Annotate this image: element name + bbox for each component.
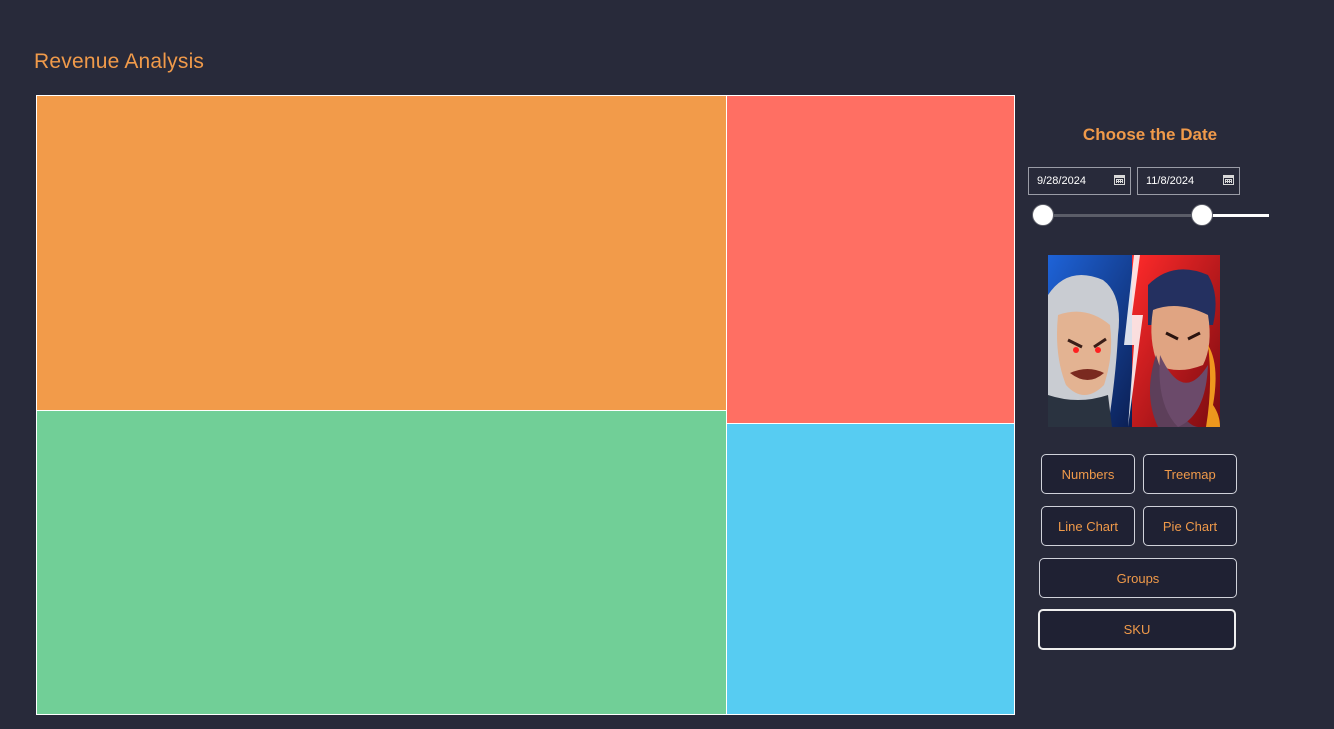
treemap-tile-red[interactable] — [726, 95, 1015, 424]
line-chart-button-label: Line Chart — [1058, 518, 1118, 534]
pie-chart-button-label: Pie Chart — [1162, 518, 1218, 534]
start-date-input[interactable]: 9/28/2024 — [1028, 167, 1131, 195]
date-filter-heading: Choose the Date — [1082, 125, 1218, 144]
treemap-button[interactable]: Treemap — [1143, 454, 1237, 494]
numbers-button-label: Numbers — [1061, 466, 1115, 482]
end-date-input[interactable]: 11/8/2024 — [1137, 167, 1240, 195]
treemap-tile-blue[interactable] — [726, 423, 1015, 715]
sku-button-label: SKU — [1123, 622, 1151, 637]
revenue-treemap[interactable] — [36, 95, 1015, 715]
groups-button-label: Groups — [1116, 570, 1160, 586]
treemap-button-label: Treemap — [1164, 466, 1216, 482]
calendar-icon[interactable] — [1114, 175, 1125, 185]
treemap-tile-green[interactable] — [36, 410, 727, 715]
pie-chart-button[interactable]: Pie Chart — [1143, 506, 1237, 546]
sku-button[interactable]: SKU — [1038, 609, 1236, 650]
groups-button[interactable]: Groups — [1039, 558, 1237, 598]
date-range-end-handle[interactable] — [1191, 204, 1213, 226]
numbers-button[interactable]: Numbers — [1041, 454, 1135, 494]
end-date-value: 11/8/2024 — [1146, 175, 1195, 187]
calendar-icon[interactable] — [1223, 175, 1234, 185]
game-key-art-image — [1048, 255, 1220, 427]
treemap-tile-orange[interactable] — [36, 95, 727, 411]
start-date-value: 9/28/2024 — [1037, 175, 1086, 187]
line-chart-button[interactable]: Line Chart — [1041, 506, 1135, 546]
date-range-start-handle[interactable] — [1032, 204, 1054, 226]
date-range-slider-track[interactable] — [1043, 214, 1202, 217]
page-title: Revenue Analysis — [34, 50, 205, 73]
